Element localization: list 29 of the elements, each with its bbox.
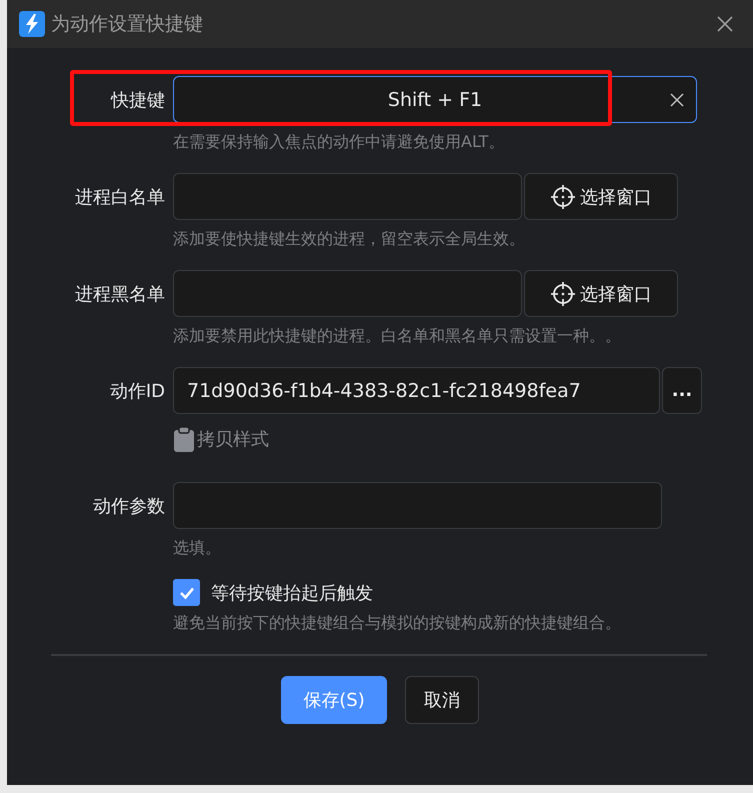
crosshair-icon — [550, 280, 576, 306]
app-lightning-icon — [19, 11, 45, 37]
checkbox[interactable] — [173, 579, 200, 606]
cancel-button[interactable]: 取消 — [405, 676, 479, 724]
window-title: 为动作设置快捷键 — [51, 12, 204, 37]
clipboard-icon — [173, 426, 195, 452]
hint-text: 选填。 — [173, 537, 222, 559]
crosshair-icon — [550, 184, 576, 210]
checkbox-label: 等待按键抬起后触发 — [211, 582, 373, 604]
copy-style-link[interactable]: 拷贝样式 — [173, 426, 269, 452]
shortcut-field[interactable]: Shift + F1 — [173, 76, 697, 123]
hint-text: 添加要禁用此快捷键的进程。白名单和黑名单只需设置一种。。 — [173, 325, 622, 347]
field-label: 进程白名单 — [74, 186, 166, 210]
action-id-field[interactable]: 71d90d36-f1b4-4383-82c1-fc218498fea7 — [173, 367, 660, 414]
hint-text: 添加要使快捷键生效的进程，留空表示全局生效。 — [173, 228, 526, 250]
hint-text: 避免当前按下的快捷键组合与模拟的按键构成新的快捷键组合。 — [173, 612, 622, 634]
field-label: 动作ID — [108, 380, 166, 404]
select-window-button[interactable]: 选择窗口 — [524, 173, 678, 220]
select-window-button[interactable]: 选择窗口 — [524, 270, 678, 317]
field-label: 快捷键 — [110, 88, 166, 112]
process-field[interactable] — [173, 270, 522, 317]
more-button[interactable]: ... — [662, 367, 702, 414]
hint-text: 在需要保持输入焦点的动作中请避免使用ALT。 — [173, 131, 506, 153]
field-label: 动作参数 — [92, 494, 166, 518]
parameter-field[interactable] — [173, 482, 662, 529]
close-icon[interactable] — [717, 16, 733, 32]
clear-icon[interactable] — [670, 93, 684, 107]
field-label: 进程黑名单 — [74, 282, 166, 306]
process-field[interactable] — [173, 173, 522, 220]
